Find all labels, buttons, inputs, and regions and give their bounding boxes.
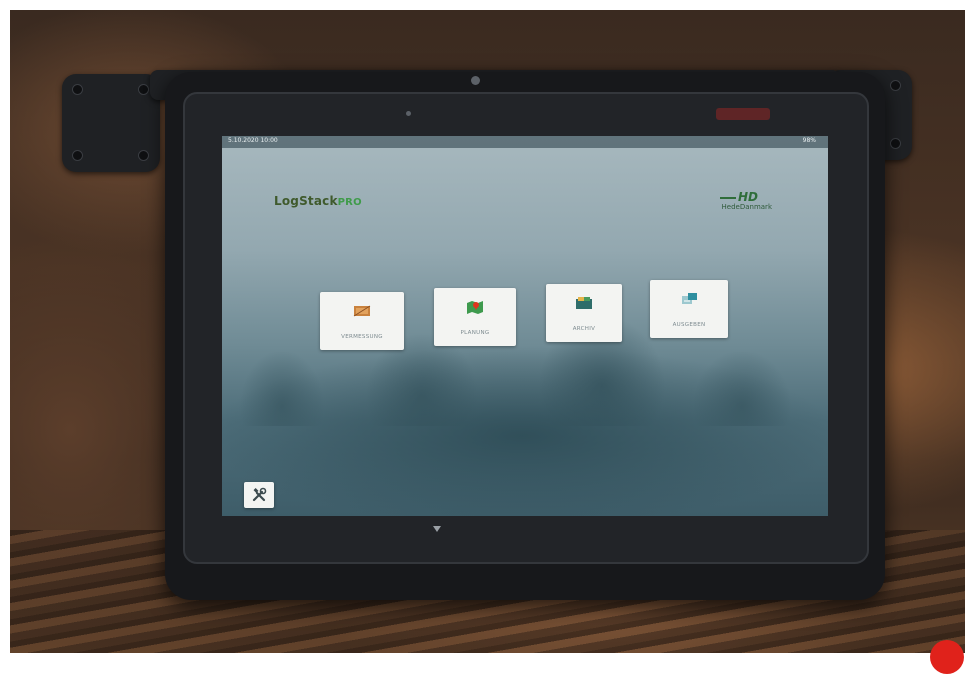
partner-name: HedeDanmark xyxy=(721,203,772,211)
stack-icon xyxy=(353,305,371,317)
screw xyxy=(138,84,149,95)
logo-suffix: PRO xyxy=(337,197,362,208)
chevron-down-icon xyxy=(433,526,441,532)
screw xyxy=(138,150,149,161)
device-brand-logo xyxy=(716,108,770,120)
tools-icon xyxy=(252,487,267,502)
status-battery: 98% xyxy=(802,137,816,144)
tile-label: ARCHIV xyxy=(572,326,596,332)
front-camera-icon xyxy=(471,76,480,85)
screw xyxy=(890,80,901,91)
tile-label: VERMESSUNG xyxy=(341,334,383,340)
map-pin-icon xyxy=(467,301,483,314)
foggy-forest xyxy=(222,286,828,426)
screw xyxy=(72,150,83,161)
tools-button[interactable] xyxy=(244,482,274,508)
tile-label: PLANUNG xyxy=(460,330,490,336)
screw xyxy=(72,84,83,95)
screw xyxy=(890,138,901,149)
partner-mark: HD xyxy=(719,190,758,204)
logo-main: LogStack xyxy=(274,194,338,208)
logstack-logo: LogStackPRO xyxy=(274,194,362,208)
red-marker xyxy=(930,640,964,674)
tile-planung[interactable]: PLANUNG xyxy=(434,288,516,346)
archive-box-icon xyxy=(576,297,592,309)
partner-logo: HD HedeDanmark xyxy=(662,190,772,212)
tile-ausgeben[interactable]: AUSGEBEN xyxy=(650,280,728,338)
tile-vermessung[interactable]: VERMESSUNG xyxy=(320,292,404,350)
tile-label: AUSGEBEN xyxy=(672,322,706,328)
status-bar: 5.10.2020 10:00 98% xyxy=(222,136,828,148)
status-datetime: 5.10.2020 10:00 xyxy=(228,137,278,144)
sensor-icon xyxy=(406,111,411,116)
tablet-bumper-left xyxy=(62,74,160,172)
tile-archiv[interactable]: ARCHIV xyxy=(546,284,622,342)
tablet-display: 5.10.2020 10:00 98% LogStackPRO HD HedeD… xyxy=(222,136,828,516)
export-icon xyxy=(682,293,697,304)
